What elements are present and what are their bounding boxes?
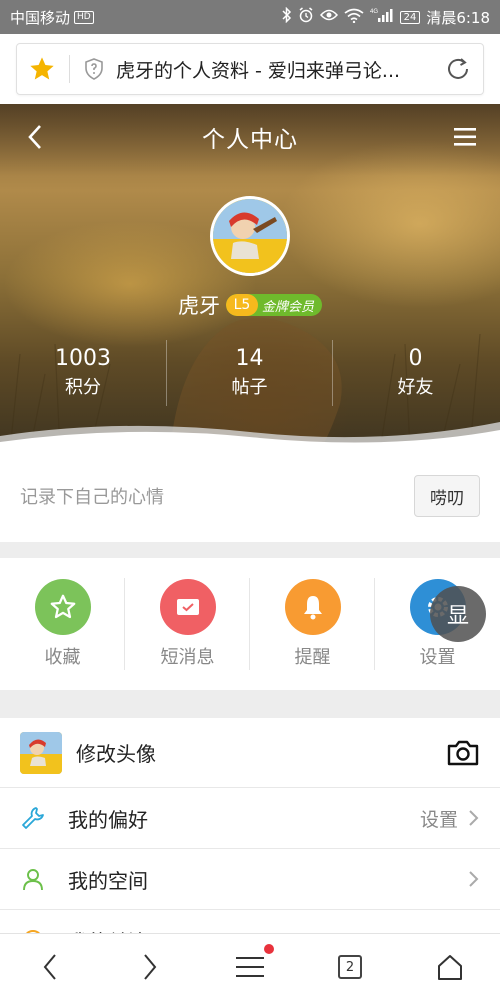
level-number: L5 bbox=[225, 294, 258, 316]
nav-tabs-button[interactable]: 2 bbox=[300, 934, 400, 1000]
list-item-label: 修改头像 bbox=[76, 742, 156, 766]
back-arrow-icon[interactable] bbox=[22, 122, 50, 152]
battery-indicator: 24 bbox=[399, 10, 421, 24]
quick-action-reminders[interactable]: 提醒 bbox=[250, 579, 375, 669]
level-label: 金牌会员 bbox=[261, 299, 314, 315]
bluetooth-icon bbox=[282, 6, 292, 27]
stat-posts[interactable]: 14 帖子 bbox=[166, 340, 332, 406]
stat-friends[interactable]: 0 好友 bbox=[332, 340, 498, 406]
chevron-right-icon bbox=[466, 809, 480, 827]
list-item-change-avatar[interactable]: 修改头像 bbox=[0, 718, 500, 788]
status-bar: 中国移动 HD 4G 24 清晨6:18 bbox=[0, 0, 500, 34]
security-shield-icon[interactable] bbox=[82, 57, 106, 81]
post-mood-button[interactable]: 唠叨 bbox=[414, 475, 480, 517]
url-box[interactable]: 虎牙的个人资料 - 爱归来弹弓论... bbox=[16, 43, 484, 95]
quick-action-messages[interactable]: 短消息 bbox=[125, 579, 250, 669]
alarm-icon bbox=[298, 7, 314, 27]
bell-icon bbox=[284, 579, 341, 635]
list-item-value: 设置 bbox=[419, 808, 458, 831]
mood-card: 记录下自己的心情 唠叨 bbox=[0, 450, 500, 542]
chevron-left-icon bbox=[43, 954, 56, 980]
list-item-preferences[interactable]: 我的偏好 设置 bbox=[0, 788, 500, 849]
camera-icon[interactable] bbox=[446, 738, 480, 768]
page-title-url[interactable]: 虎牙的个人资料 - 爱归来弹弓论... bbox=[116, 56, 435, 83]
divider bbox=[374, 578, 375, 670]
member-level-badge: L5 金牌会员 bbox=[225, 294, 322, 316]
mood-input[interactable]: 记录下自己的心情 bbox=[20, 483, 414, 509]
avatar[interactable] bbox=[210, 196, 290, 276]
tab-count: 2 bbox=[338, 955, 362, 979]
nav-back-button[interactable] bbox=[0, 934, 100, 1000]
stat-value: 1003 bbox=[55, 346, 111, 371]
quick-action-label: 设置 bbox=[419, 647, 456, 668]
header-wave bbox=[0, 422, 500, 450]
menu-icon bbox=[236, 957, 264, 977]
star-icon bbox=[34, 579, 91, 635]
quick-actions: 收藏 短消息 提醒 设置 bbox=[0, 558, 500, 690]
signal-icon: 4G bbox=[370, 7, 394, 27]
stat-label: 积分 bbox=[65, 377, 101, 398]
home-icon bbox=[438, 955, 462, 980]
browser-bottom-nav: 2 bbox=[0, 933, 500, 1000]
avatar-thumbnail bbox=[20, 731, 62, 774]
bookmark-star-icon[interactable] bbox=[27, 54, 57, 84]
nav-home-button[interactable] bbox=[400, 934, 500, 1000]
header-nav: 个人中心 bbox=[0, 104, 500, 170]
divider bbox=[249, 578, 250, 670]
notification-dot bbox=[264, 943, 274, 954]
eye-icon bbox=[319, 8, 338, 26]
floating-show-button[interactable]: 显 bbox=[430, 586, 486, 642]
url-divider bbox=[69, 55, 70, 83]
stat-label: 帖子 bbox=[231, 377, 268, 398]
nav-menu-button[interactable] bbox=[200, 934, 300, 1000]
reload-icon[interactable] bbox=[443, 54, 473, 84]
username-row: 虎牙 L5 金牌会员 bbox=[0, 290, 500, 320]
menu-icon[interactable] bbox=[452, 126, 478, 148]
carrier-label: 中国移动 bbox=[10, 8, 71, 27]
user-icon bbox=[20, 866, 46, 892]
username: 虎牙 bbox=[177, 294, 220, 318]
nav-forward-button[interactable] bbox=[100, 934, 200, 1000]
hd-badge: HD bbox=[74, 10, 94, 24]
stat-value: 14 bbox=[235, 346, 264, 371]
profile-header: 个人中心 虎牙 L5 金牌会员 1003 积分 14 帖子 0 好友 bbox=[0, 104, 500, 450]
signal-type-label: 4G bbox=[370, 9, 378, 15]
divider bbox=[124, 578, 125, 670]
list-item-label: 我的偏好 bbox=[68, 807, 148, 832]
chevron-right-icon bbox=[144, 954, 157, 980]
stat-points[interactable]: 1003 积分 bbox=[0, 340, 166, 406]
quick-action-favorites[interactable]: 收藏 bbox=[0, 579, 125, 669]
page-title: 个人中心 bbox=[202, 127, 298, 153]
chevron-right-icon bbox=[466, 870, 480, 888]
quick-action-label: 提醒 bbox=[294, 647, 331, 668]
list-item-my-space[interactable]: 我的空间 bbox=[0, 849, 500, 910]
wrench-icon bbox=[20, 805, 46, 831]
stat-label: 好友 bbox=[397, 377, 434, 398]
wifi-icon bbox=[344, 8, 364, 27]
quick-action-label: 短消息 bbox=[160, 647, 215, 668]
profile-stats: 1003 积分 14 帖子 0 好友 bbox=[0, 340, 500, 406]
message-icon bbox=[159, 579, 216, 635]
list-item-label: 我的空间 bbox=[68, 868, 148, 893]
clock: 清晨6:18 bbox=[426, 8, 490, 27]
browser-address-bar: 虎牙的个人资料 - 爱归来弹弓论... bbox=[0, 34, 500, 104]
quick-action-label: 收藏 bbox=[44, 647, 81, 668]
stat-value: 0 bbox=[408, 346, 423, 371]
